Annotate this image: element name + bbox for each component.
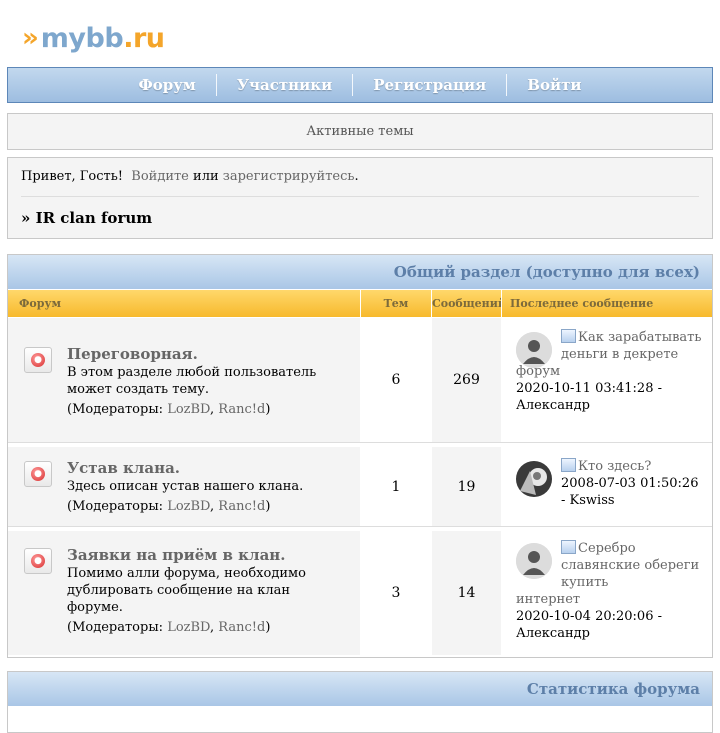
divider bbox=[21, 196, 699, 197]
main-navigation: Форум Участники Регистрация Войти bbox=[7, 67, 713, 103]
last-post-title-block: Кто здесь? bbox=[516, 458, 706, 475]
column-header-posts: Сообщений bbox=[432, 290, 501, 317]
row-divider bbox=[8, 442, 712, 443]
topic-icon bbox=[561, 540, 576, 554]
column-header-topics: Тем bbox=[361, 290, 431, 317]
column-header-forum: Форум bbox=[8, 290, 360, 317]
column-header-last-post: Последнее сообщение bbox=[502, 290, 712, 317]
category-title[interactable]: Общий раздел (доступно для всех) bbox=[8, 255, 712, 289]
breadcrumb[interactable]: » IR clan forum bbox=[21, 209, 152, 227]
forum-description: В этом разделе любой пользователь может … bbox=[67, 365, 317, 397]
active-topics-link[interactable]: Активные темы bbox=[7, 113, 713, 150]
forum-row: ● Устав клана. Здесь описан устав нашего… bbox=[8, 447, 712, 526]
forum-moderators: (Модераторы: LozBD, Ranc!d) bbox=[67, 402, 270, 417]
nav-register[interactable]: Регистрация bbox=[353, 74, 506, 96]
last-post-title-continued[interactable]: интернет bbox=[516, 591, 706, 608]
moderators-label: (Модераторы: bbox=[67, 620, 164, 635]
logo-chevron-icon: » bbox=[22, 23, 39, 53]
last-post-meta: 2020-10-04 20:20:06 - Александр bbox=[516, 609, 662, 641]
moderators-close: ) bbox=[265, 620, 271, 635]
topic-icon bbox=[561, 458, 576, 472]
last-post-info: Серебро славянские обереги купить интерн… bbox=[516, 540, 706, 642]
forum-info-cell: ● Переговорная. В этом разделе любой пол… bbox=[8, 318, 360, 442]
moderators-comma: , bbox=[210, 620, 215, 635]
forum-status-icon: ● bbox=[24, 548, 52, 574]
login-link[interactable]: Войдите bbox=[131, 169, 189, 184]
forum-topics-count: 6 bbox=[361, 318, 431, 442]
nav-separator bbox=[352, 74, 354, 96]
last-post-meta: 2008-07-03 01:50:26 - Kswiss bbox=[561, 476, 699, 508]
greeting-hello: Привет, Гость! bbox=[21, 169, 124, 184]
topic-icon bbox=[561, 329, 576, 343]
forum-posts-count: 19 bbox=[432, 447, 501, 526]
forum-row: ● Переговорная. В этом разделе любой пол… bbox=[8, 318, 712, 442]
nav-separator bbox=[215, 74, 217, 96]
moderator-link[interactable]: LozBD bbox=[167, 402, 210, 417]
moderators-close: ) bbox=[265, 402, 271, 417]
last-post-info: Как зарабатывать деньги в декрете форум … bbox=[516, 329, 706, 414]
last-post-title-continued[interactable]: форум bbox=[516, 363, 706, 380]
logo-text: mybb.ru bbox=[41, 25, 165, 52]
last-post-info: Кто здесь? 2008-07-03 01:50:26 - Kswiss bbox=[516, 458, 706, 509]
logo-tld: .ru bbox=[123, 22, 165, 54]
forum-statistics: Статистика форума bbox=[7, 671, 713, 733]
moderator-link[interactable]: LozBD bbox=[167, 620, 210, 635]
nav-forum[interactable]: Форум bbox=[118, 74, 215, 96]
site-logo[interactable]: » mybb.ru bbox=[22, 20, 165, 56]
forum-name[interactable]: Переговорная. bbox=[67, 345, 198, 363]
forum-info-cell: ● Заявки на приём в клан. Помимо алли фо… bbox=[8, 531, 360, 655]
last-post-meta: 2020-10-11 03:41:28 - Александр bbox=[516, 381, 662, 413]
moderators-label: (Модераторы: bbox=[67, 402, 164, 417]
logo-name: mybb bbox=[40, 22, 124, 54]
moderator-link[interactable]: LozBD bbox=[167, 499, 210, 514]
forum-description: Здесь описан устав нашего клана. bbox=[67, 479, 304, 494]
forum-moderators: (Модераторы: LozBD, Ranc!d) bbox=[67, 499, 270, 514]
moderators-comma: , bbox=[210, 499, 215, 514]
last-post-title[interactable]: Как зарабатывать деньги в декрете bbox=[561, 330, 701, 362]
greeting-panel: Привет, Гость! Войдите или зарегистрируй… bbox=[7, 157, 713, 239]
nav-separator bbox=[506, 74, 508, 96]
forum-topics-count: 3 bbox=[361, 531, 431, 655]
last-post-cell: Кто здесь? 2008-07-03 01:50:26 - Kswiss bbox=[502, 447, 712, 526]
row-divider bbox=[8, 526, 712, 527]
nav-members[interactable]: Участники bbox=[217, 74, 352, 96]
moderators-comma: , bbox=[210, 402, 215, 417]
register-link[interactable]: зарегистрируйтесь bbox=[223, 169, 355, 184]
moderator-link[interactable]: Ranc!d bbox=[218, 620, 265, 635]
last-post-title[interactable]: Серебро славянские обереги купить bbox=[561, 541, 699, 590]
category-general: Общий раздел (доступно для всех) Форум Т… bbox=[7, 254, 713, 658]
moderators-close: ) bbox=[265, 499, 271, 514]
nav-login[interactable]: Войти bbox=[507, 74, 601, 96]
moderators-label: (Модераторы: bbox=[67, 499, 164, 514]
forum-topics-count: 1 bbox=[361, 447, 431, 526]
last-post-title-block: Как зарабатывать деньги в декрете bbox=[516, 329, 706, 363]
forum-name[interactable]: Заявки на приём в клан. bbox=[67, 546, 286, 564]
last-post-cell: Как зарабатывать деньги в декрете форум … bbox=[502, 318, 712, 442]
greeting-period: . bbox=[354, 169, 359, 184]
moderator-link[interactable]: Ranc!d bbox=[218, 402, 265, 417]
forum-moderators: (Модераторы: LozBD, Ranc!d) bbox=[67, 620, 270, 635]
moderator-link[interactable]: Ranc!d bbox=[218, 499, 265, 514]
forum-status-icon: ● bbox=[24, 347, 52, 373]
forum-description: Помимо алли форума, необходимо дублирова… bbox=[67, 566, 306, 615]
last-post-title[interactable]: Кто здесь? bbox=[578, 459, 651, 474]
statistics-title: Статистика форума bbox=[8, 672, 712, 706]
forum-info-cell: ● Устав клана. Здесь описан устав нашего… bbox=[8, 447, 360, 526]
forum-row: ● Заявки на приём в клан. Помимо алли фо… bbox=[8, 531, 712, 655]
greeting-or: или bbox=[193, 169, 219, 184]
greeting-line: Привет, Гость! Войдите или зарегистрируй… bbox=[21, 169, 359, 184]
forum-posts-count: 269 bbox=[432, 318, 501, 442]
forum-name[interactable]: Устав клана. bbox=[67, 459, 180, 477]
forum-posts-count: 14 bbox=[432, 531, 501, 655]
forum-status-icon: ● bbox=[24, 461, 52, 487]
last-post-title-block: Серебро славянские обереги купить bbox=[516, 540, 706, 591]
last-post-cell: Серебро славянские обереги купить интерн… bbox=[502, 531, 712, 655]
